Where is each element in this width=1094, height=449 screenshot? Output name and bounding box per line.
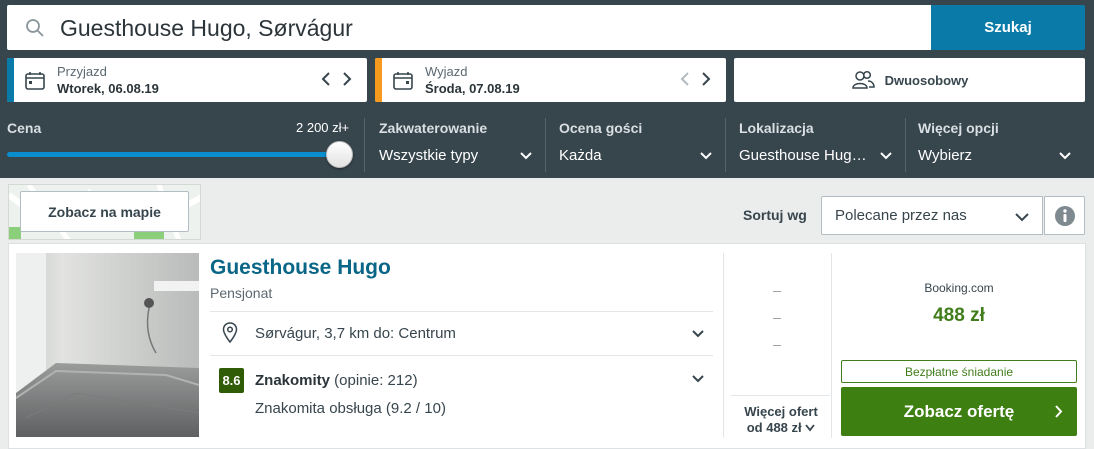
- chevron-left-icon[interactable]: [679, 70, 691, 88]
- room-type-selector[interactable]: Dwuosobowy: [734, 58, 1085, 102]
- chevron-right-icon: [1055, 405, 1063, 418]
- checkin-value: Wtorek, 06.08.19: [57, 81, 159, 96]
- more-options-filter[interactable]: Więcej opcji Wybierz: [918, 118, 1074, 178]
- guest-rating-filter-title: Ocena gości: [559, 120, 643, 136]
- checkin-arrows: [320, 70, 353, 88]
- filter-divider: [364, 118, 365, 172]
- filter-divider: [545, 118, 546, 172]
- chevron-down-icon: [520, 152, 532, 160]
- placeholder-dash: [773, 345, 781, 346]
- search-header: Guesthouse Hugo, Sørvágur Szukaj Przyjaz…: [0, 0, 1094, 178]
- accommodation-filter-value: Wszystkie typy: [379, 147, 479, 164]
- more-options-filter-title: Więcej opcji: [918, 120, 999, 136]
- checkin-date-picker[interactable]: Przyjazd Wtorek, 06.08.19: [7, 58, 367, 102]
- location-filter-value: Guesthouse Hug…: [739, 147, 867, 164]
- chevron-down-icon[interactable]: [691, 372, 705, 386]
- search-icon: [26, 19, 44, 37]
- sort-select[interactable]: Polecane przez nas: [821, 196, 1043, 235]
- location-filter[interactable]: Lokalizacja Guesthouse Hug…: [739, 118, 899, 178]
- accommodation-filter-title: Zakwaterowanie: [379, 120, 488, 136]
- checkout-date-picker[interactable]: Wyjazd Środa, 07.08.19: [375, 58, 726, 102]
- row-divider: [210, 311, 713, 312]
- search-input[interactable]: Guesthouse Hugo, Sørvágur: [7, 5, 931, 50]
- view-deal-button[interactable]: Zobacz ofertę: [841, 387, 1077, 436]
- checkout-arrows: [679, 70, 712, 88]
- hotel-name-link[interactable]: Guesthouse Hugo: [210, 256, 391, 280]
- chevron-left-icon[interactable]: [320, 70, 332, 88]
- sort-label: Sortuj wg: [743, 207, 807, 223]
- chevron-down-icon: [880, 152, 892, 160]
- chevron-right-icon[interactable]: [700, 70, 712, 88]
- rating-count: (opinie: 212): [330, 372, 418, 389]
- filter-divider: [725, 118, 726, 172]
- rating-score-badge: 8.6: [219, 368, 244, 393]
- column-divider: [831, 253, 832, 438]
- checkout-value: Środa, 07.08.19: [425, 81, 520, 96]
- hotel-type: Pensjonat: [210, 285, 273, 301]
- checkout-label: Wyjazd: [425, 64, 468, 79]
- search-query: Guesthouse Hugo, Sørvágur: [60, 15, 353, 41]
- more-options-filter-value: Wybierz: [918, 147, 973, 164]
- room-type-label: Dwuosobowy: [884, 72, 969, 88]
- checkin-label: Przyjazd: [57, 64, 107, 79]
- chevron-down-icon: [700, 152, 712, 160]
- chevron-down-icon: [1015, 213, 1029, 222]
- chevron-down-icon: [1059, 152, 1071, 160]
- guest-rating-filter[interactable]: Ocena gości Każda: [559, 118, 719, 178]
- hotel-result-card: Guesthouse Hugo Pensjonat Sørvágur, 3,7 …: [8, 243, 1086, 449]
- view-deal-label: Zobacz ofertę: [903, 401, 1015, 421]
- room-image: [16, 253, 199, 437]
- show-on-map-button[interactable]: Zobacz na mapie: [20, 191, 189, 232]
- chevron-down-icon: [805, 424, 815, 432]
- rating-word: Znakomity: [255, 372, 331, 389]
- offer-price[interactable]: 488 zł: [841, 305, 1077, 327]
- price-max-label: 2 200 zł+: [296, 120, 350, 135]
- placeholder-dash: [773, 291, 781, 292]
- search-button[interactable]: Szukaj: [931, 5, 1085, 50]
- price-filter-title: Cena: [7, 120, 42, 136]
- sort-value: Polecane przez nas: [835, 207, 967, 224]
- sort-info-button[interactable]: [1044, 196, 1085, 235]
- rating-detail: Znakomita obsługa (9.2 / 10): [255, 400, 446, 417]
- checkin-accent: [7, 58, 14, 102]
- more-offers-button[interactable]: Więcej ofert od 488 zł: [731, 404, 831, 436]
- more-offers-line1: Więcej ofert: [744, 404, 818, 419]
- more-offers-line2: od 488 zł: [746, 420, 802, 435]
- location-filter-title: Lokalizacja: [739, 120, 814, 136]
- calendar-icon: [25, 72, 45, 90]
- price-slider-track[interactable]: [7, 152, 341, 157]
- calendar-icon: [393, 72, 413, 90]
- placeholder-dash: [773, 318, 781, 319]
- filter-divider: [905, 118, 906, 172]
- accommodation-filter[interactable]: Zakwaterowanie Wszystkie typy: [379, 118, 539, 178]
- rating-summary[interactable]: Znakomity (opinie: 212): [255, 372, 418, 389]
- price-slider-handle[interactable]: [326, 141, 353, 168]
- chevron-down-icon[interactable]: [691, 327, 705, 341]
- hotel-photo[interactable]: [16, 253, 199, 437]
- chevron-right-icon[interactable]: [341, 70, 353, 88]
- column-divider: [723, 253, 724, 438]
- checkout-accent: [375, 58, 382, 102]
- provider-name[interactable]: Booking.com: [841, 281, 1077, 295]
- more-offers-divider: [731, 395, 830, 396]
- free-breakfast-badge: Bezpłatne śniadanie: [841, 360, 1077, 383]
- more-offers-line2-row: od 488 zł: [731, 420, 831, 436]
- row-divider: [210, 355, 713, 356]
- info-icon: [1054, 205, 1075, 226]
- guest-rating-filter-value: Każda: [559, 147, 602, 164]
- location-text[interactable]: Sørvágur, 3,7 km do: Centrum: [255, 325, 456, 342]
- guests-icon: [851, 70, 875, 89]
- location-pin-icon: [222, 322, 238, 344]
